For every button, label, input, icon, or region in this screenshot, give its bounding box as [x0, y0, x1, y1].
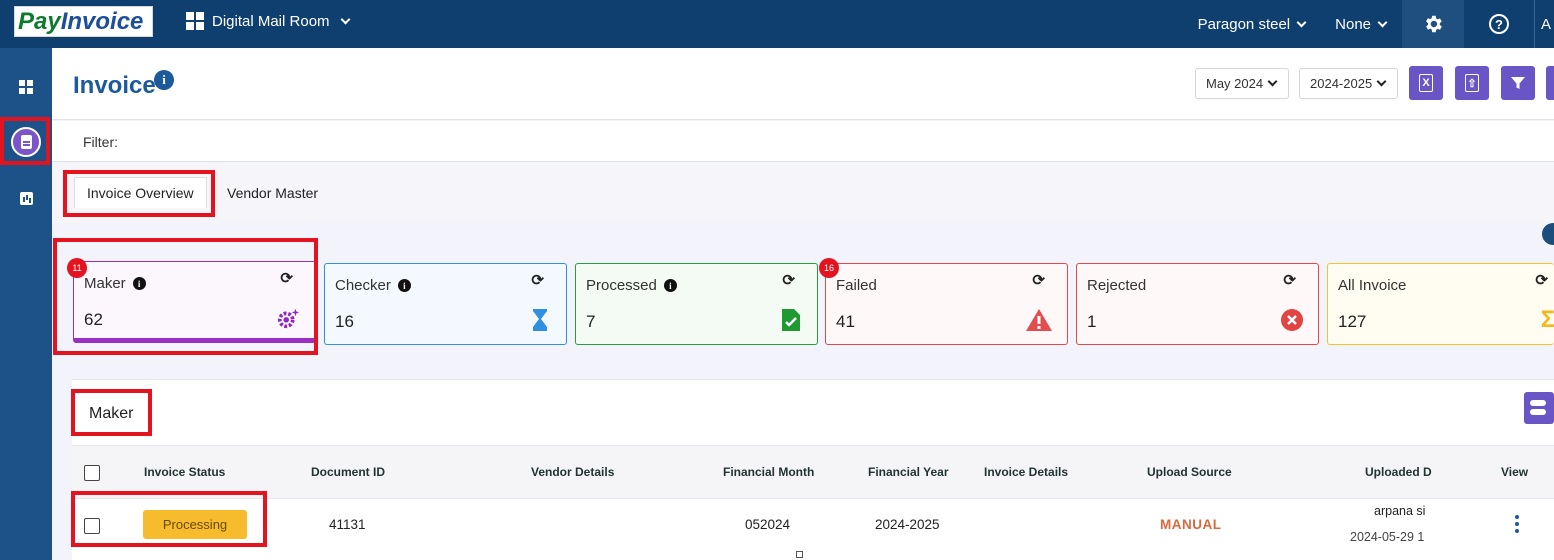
upload-button[interactable]: ⇧ — [1455, 66, 1489, 100]
filter-button[interactable] — [1501, 66, 1535, 100]
status-badge: Processing — [143, 510, 247, 539]
app-name: Digital Mail Room — [212, 12, 330, 30]
gears-icon — [277, 306, 301, 330]
tab-strip: Invoice Overview Vendor Master — [52, 163, 1554, 223]
sigma-icon: Σ — [1540, 306, 1554, 333]
excel-icon: X — [1419, 74, 1433, 92]
none-dropdown[interactable]: None — [1335, 16, 1388, 33]
sidebar-item-dashboard[interactable] — [0, 67, 52, 107]
card-rejected[interactable]: Rejected 1 ⟳ — [1076, 263, 1319, 345]
main-content: Invoice i May 2024 2024-2025 X ⇧ Filter:… — [52, 48, 1554, 560]
info-icon[interactable]: i — [154, 70, 174, 90]
company-dropdown[interactable]: Paragon steel — [1198, 16, 1307, 33]
top-bar: PayInvoice Digital Mail Room Paragon ste… — [0, 0, 1554, 48]
funnel-icon — [1511, 77, 1525, 89]
table-header: Invoice Status Document ID Vendor Detail… — [72, 445, 1554, 499]
chevron-down-icon — [1377, 17, 1388, 27]
refresh-icon[interactable]: ⟳ — [280, 269, 293, 287]
info-icon[interactable]: i — [397, 279, 411, 292]
kebab-menu-icon[interactable] — [1515, 515, 1519, 533]
export-excel-button[interactable]: X — [1409, 66, 1443, 100]
sidebar-item-invoices[interactable] — [0, 122, 52, 162]
failed-badge: 16 — [819, 258, 839, 278]
help-button[interactable]: ? — [1464, 0, 1534, 48]
filter-bar: Filter: — [52, 121, 1554, 162]
info-icon[interactable]: i — [663, 279, 677, 292]
chevron-down-icon — [1267, 76, 1278, 87]
table-row[interactable]: Processing 41131 052024 2024-2025 MANUAL… — [72, 500, 1554, 552]
tab-vendor-master[interactable]: Vendor Master — [215, 177, 330, 208]
maker-section: Maker Invoice Status Document ID Vendor … — [72, 379, 1554, 560]
card-processed[interactable]: Processed i 7 ⟳ — [575, 263, 818, 345]
refresh-icon[interactable]: ⟳ — [1032, 271, 1045, 289]
settings-button[interactable] — [1402, 0, 1464, 48]
refresh-icon[interactable]: ⟳ — [1283, 271, 1296, 289]
document-icon — [11, 127, 41, 157]
logo[interactable]: PayInvoice — [14, 6, 153, 37]
page-title: Invoice — [73, 72, 156, 99]
help-icon: ? — [1489, 14, 1509, 34]
avatar[interactable]: A — [1534, 0, 1554, 48]
refresh-icon[interactable]: ⟳ — [531, 271, 544, 289]
more-actions-button[interactable] — [1546, 66, 1554, 100]
chevron-down-icon — [340, 14, 350, 24]
card-checker[interactable]: Checker i 16 ⟳ — [324, 263, 567, 345]
x-circle-icon — [1280, 308, 1304, 332]
section-title: Maker — [89, 405, 134, 422]
resize-handle[interactable] — [796, 551, 803, 558]
refresh-icon[interactable]: ⟳ — [782, 271, 795, 289]
sidebar — [0, 48, 52, 560]
chevron-down-icon — [1376, 76, 1387, 87]
card-failed[interactable]: Failed 41 ⟳ — [825, 263, 1068, 345]
info-icon[interactable]: i — [132, 277, 146, 290]
bar-chart-icon — [19, 191, 33, 205]
year-select[interactable]: 2024-2025 — [1299, 68, 1398, 99]
column-toggle-button[interactable] — [1524, 392, 1554, 424]
top-right-controls: Paragon steel None ? A — [1198, 0, 1554, 48]
upload-icon: ⇧ — [1465, 74, 1479, 92]
dashboard-icon — [19, 80, 33, 94]
sidebar-item-reports[interactable] — [0, 178, 52, 218]
file-check-icon — [779, 308, 803, 332]
scroll-indicator[interactable] — [1542, 223, 1554, 245]
hourglass-icon — [528, 308, 552, 332]
row-checkbox[interactable] — [84, 518, 100, 534]
month-select[interactable]: May 2024 — [1195, 68, 1289, 99]
warning-icon — [1025, 308, 1053, 332]
card-maker[interactable]: Maker i 62 ⟳ — [73, 261, 316, 343]
card-all-invoice[interactable]: All Invoice 127 ⟳ Σ — [1327, 263, 1554, 345]
app-switcher[interactable]: Digital Mail Room — [186, 12, 350, 30]
gear-icon — [1426, 15, 1442, 33]
grid-icon — [186, 12, 204, 30]
page-header: Invoice i May 2024 2024-2025 X ⇧ — [52, 48, 1554, 120]
refresh-icon[interactable]: ⟳ — [1535, 271, 1548, 289]
select-all-checkbox[interactable] — [84, 465, 100, 481]
filter-label: Filter: — [83, 134, 118, 150]
chevron-down-icon — [1296, 17, 1307, 27]
maker-badge: 11 — [67, 258, 87, 278]
tab-invoice-overview[interactable]: Invoice Overview — [74, 177, 207, 208]
